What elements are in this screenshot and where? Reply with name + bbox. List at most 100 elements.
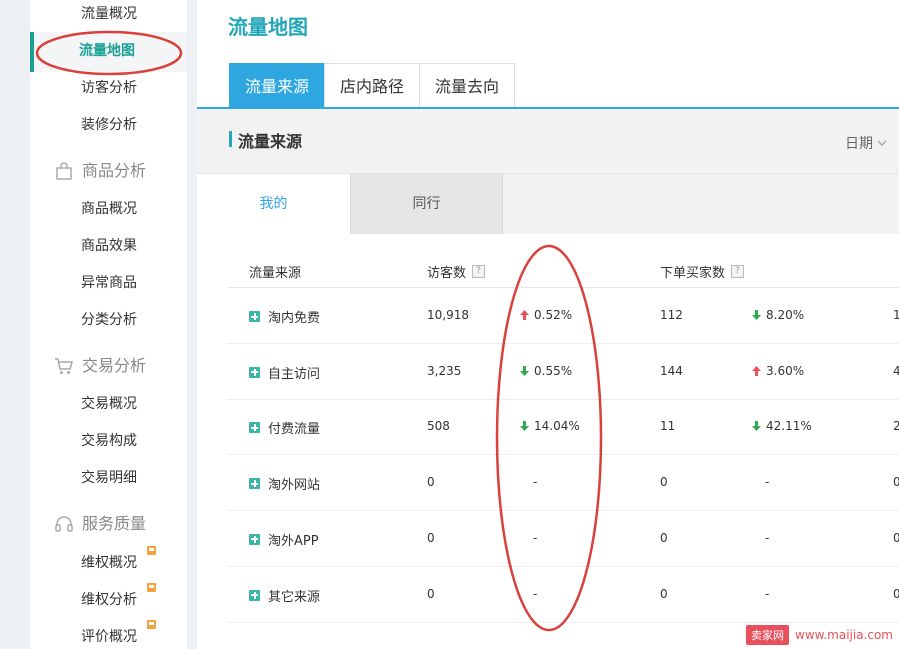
source-name: 淘外网站 [268, 478, 321, 494]
new-flag-icon [147, 546, 156, 555]
sidebar-item-trade-composition[interactable]: 交易构成 [81, 431, 137, 451]
visitors-change-value: - [533, 586, 538, 601]
sidebar-item-trade-overview[interactable]: 交易概况 [81, 394, 137, 414]
source-name: 淘内免费 [268, 311, 321, 326]
sidebar-item-rights-analysis[interactable]: 维权分析 [81, 590, 137, 610]
buyers-change-cell: - [765, 531, 769, 545]
overflow-cell: 2 [893, 419, 899, 434]
visitors-change-value: 14.04% [534, 419, 580, 434]
sidebar-group-title: 服务质量 [82, 514, 147, 533]
left-gutter [0, 0, 30, 649]
buyers-change-value: 3.60% [766, 363, 805, 378]
sidebar-item-rights-overview[interactable]: 维权概况 [81, 553, 137, 573]
sidebar-item-visitor-analysis[interactable]: 访客分析 [81, 78, 137, 98]
table-row: 其它来源 0 - 0 - 0 [227, 567, 899, 623]
section-header: 流量来源 日期 [197, 109, 899, 174]
buyers-cell: 144 [660, 363, 683, 378]
sidebar-item-abnormal-products[interactable]: 异常商品 [81, 273, 137, 293]
sidebar-item-trade-details[interactable]: 交易明细 [81, 468, 137, 488]
sidebar-divider [187, 0, 197, 649]
table-row: 淘内免费 10,918 0.52% 112 8.20% 1 [227, 288, 899, 344]
cart-icon [55, 358, 73, 374]
arrow-down-icon [520, 365, 529, 376]
expand-icon[interactable] [249, 311, 260, 322]
visitors-cell: 508 [427, 419, 450, 434]
buyers-change-value: - [765, 586, 770, 601]
tab-traffic-source[interactable]: 流量来源 [229, 63, 326, 108]
source-name: 自主访问 [268, 366, 321, 382]
tab-traffic-destination[interactable]: 流量去向 [419, 63, 516, 108]
sidebar-group-title: 交易分析 [82, 356, 147, 375]
section-title: 流量来源 [238, 132, 303, 151]
visitors-change-value: - [533, 530, 538, 545]
active-item-indicator [30, 32, 34, 72]
buyers-cell: 0 [660, 586, 668, 601]
expand-icon[interactable] [249, 533, 260, 545]
sidebar-item-traffic-map[interactable]: 流量地图 [79, 41, 135, 61]
sidebar-item-product-overview[interactable]: 商品概况 [81, 199, 137, 219]
help-icon[interactable]: ? [731, 265, 745, 278]
visitors-change-value: - [533, 475, 538, 490]
overflow-cell: 0 [893, 586, 899, 601]
sidebar-item-decoration-analysis[interactable]: 装修分析 [81, 115, 137, 135]
sidebar-item-product-effect[interactable]: 商品效果 [81, 236, 137, 256]
table-row: 自主访问 3,235 0.55% 144 3.60% 4 [227, 344, 899, 400]
page-title: 流量地图 [228, 15, 308, 39]
source-cell: 其它来源 [249, 586, 320, 605]
bag-icon [56, 162, 72, 180]
expand-icon[interactable] [249, 589, 260, 601]
buyers-change-value: - [765, 530, 770, 545]
buyers-change-cell: 3.60% [752, 364, 804, 378]
date-filter-dropdown[interactable]: 日期 [845, 133, 887, 153]
buyers-change-cell: - [765, 475, 769, 489]
sidebar-item-traffic-overview[interactable]: 流量概况 [81, 4, 137, 24]
overflow-cell: 1 [893, 308, 899, 322]
overflow-cell: 0 [893, 475, 899, 490]
buyers-change-value: 42.11% [766, 419, 812, 434]
source-name: 其它来源 [268, 589, 321, 605]
sidebar-item-review-overview[interactable]: 评价概况 [81, 627, 137, 647]
subtab-mine[interactable]: 我的 [197, 174, 350, 234]
visitors-cell: 10,918 [427, 308, 469, 322]
chevron-down-icon [877, 140, 887, 146]
subtab-bar: 我的 同行 [197, 174, 899, 234]
tab-in-store-path[interactable]: 店内路径 [324, 63, 421, 108]
header-buyers-label: 下单买家数 [660, 266, 726, 281]
watermark: 卖家网 www.maijia.com [746, 625, 893, 645]
buyers-change-value: - [765, 475, 770, 490]
help-icon[interactable]: ? [472, 265, 486, 278]
expand-icon[interactable] [249, 422, 260, 434]
expand-icon[interactable] [249, 366, 260, 378]
visitors-cell: 0 [427, 475, 435, 490]
buyers-cell: 11 [660, 419, 676, 434]
arrow-down-icon [752, 310, 761, 320]
overflow-cell: 4 [893, 363, 899, 378]
buyers-change-cell: 8.20% [752, 308, 804, 322]
visitors-change-value: 0.55% [534, 363, 573, 378]
new-flag-icon [147, 620, 156, 629]
source-name: 淘外APP [268, 533, 319, 549]
visitors-change-cell: 14.04% [520, 419, 580, 433]
buyers-change-cell: - [765, 587, 769, 601]
visitors-change-cell: 0.55% [520, 364, 572, 378]
section-marker [229, 131, 232, 147]
header-visitors-label: 访客数 [427, 266, 467, 281]
sidebar-group-trade-analysis: 交易分析 [54, 355, 146, 377]
new-flag-icon [147, 583, 156, 592]
expand-icon[interactable] [249, 478, 260, 490]
visitors-change-cell: - [533, 475, 537, 489]
visitors-change-value: 0.52% [534, 308, 573, 322]
table-row: 付费流量 508 14.04% 11 42.11% 2 [227, 399, 899, 456]
buyers-cell: 112 [660, 308, 683, 322]
sidebar-item-category-analysis[interactable]: 分类分析 [81, 310, 137, 330]
table-row: 淘外APP 0 - 0 - 0 [227, 511, 899, 567]
arrow-up-icon [752, 365, 761, 376]
tab-bar: 流量来源 店内路径 流量去向 [229, 63, 516, 108]
source-cell: 自主访问 [249, 363, 320, 382]
visitors-cell: 0 [427, 530, 435, 545]
source-cell: 淘外APP [249, 530, 319, 549]
buyers-change-value: 8.20% [766, 308, 805, 322]
source-cell: 付费流量 [249, 418, 320, 437]
subtab-peers[interactable]: 同行 [350, 174, 503, 234]
visitors-change-cell: - [533, 587, 537, 601]
